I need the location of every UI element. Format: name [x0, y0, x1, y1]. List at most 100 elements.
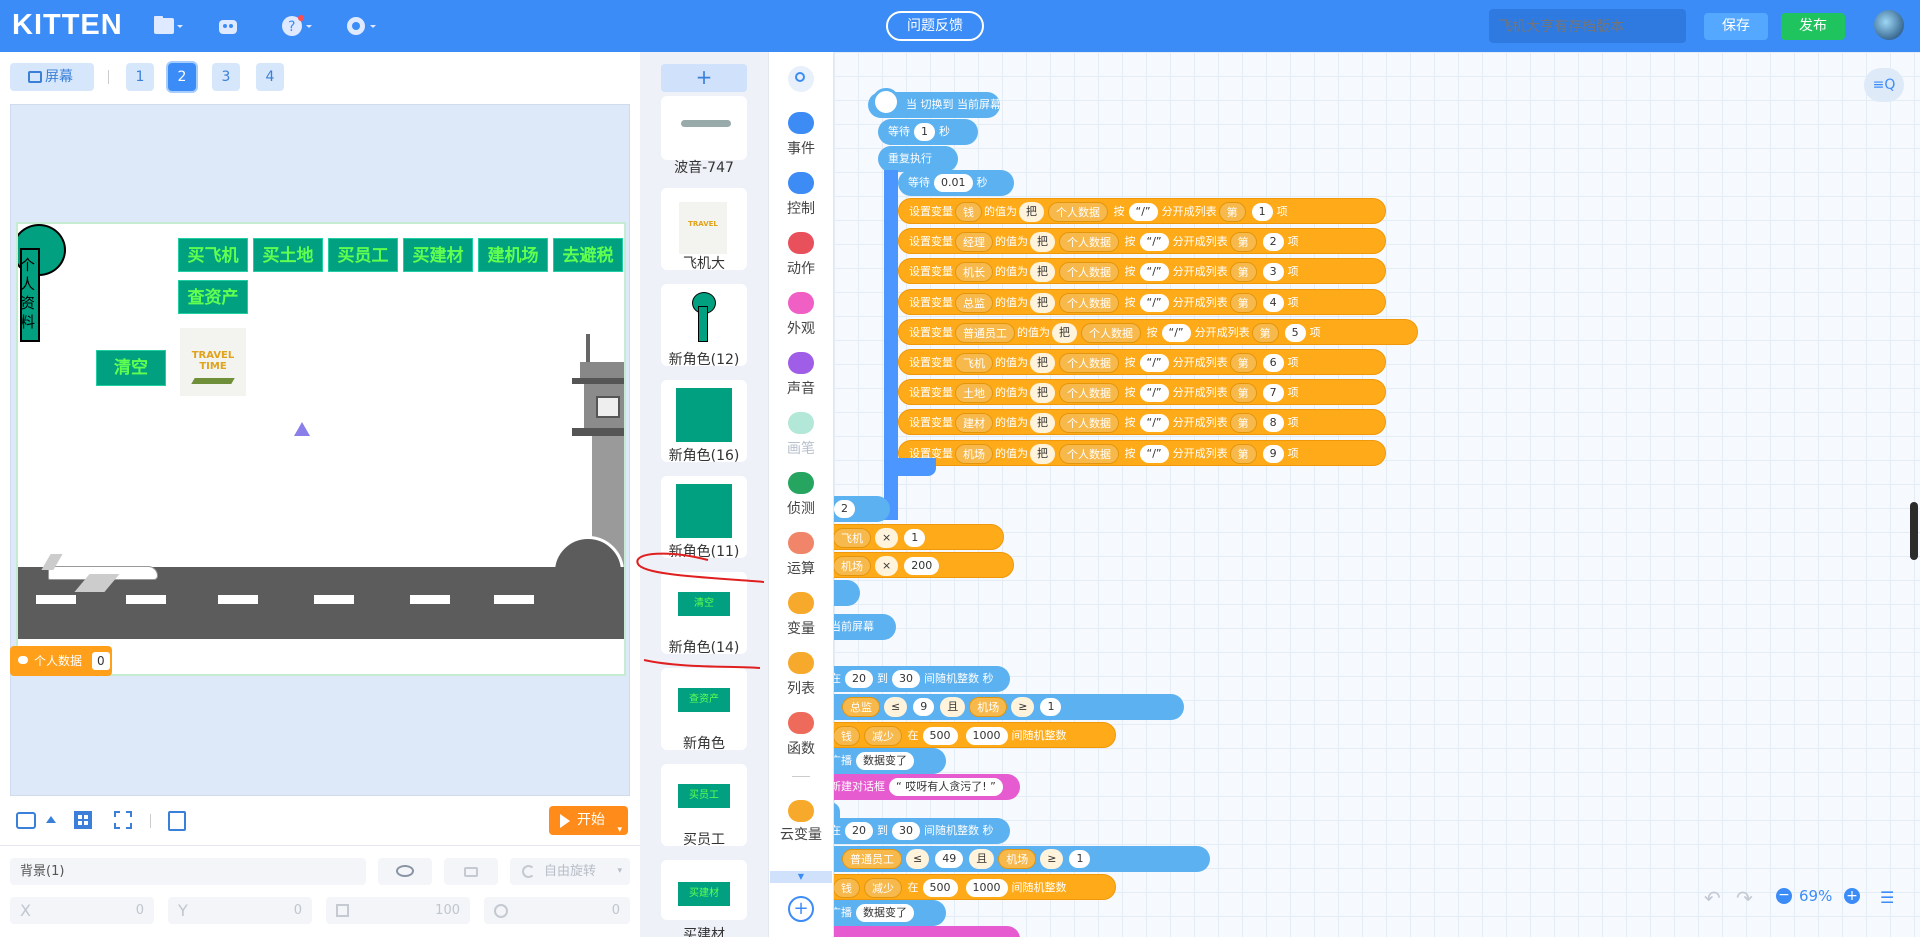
partial-block[interactable]: 2 — [834, 496, 890, 522]
rotation-mode-select[interactable]: 自由旋转 ▾ — [510, 858, 630, 885]
data-variable-dropdown[interactable]: 个人数据 — [1059, 443, 1119, 464]
boeing-747-sprite[interactable] — [38, 554, 158, 594]
data-variable-dropdown[interactable]: 个人数据 — [1059, 292, 1119, 313]
wait-block[interactable]: 等待 1 秒 — [878, 119, 978, 145]
looks-icon[interactable] — [788, 292, 814, 314]
redo-icon[interactable]: ↷ — [1736, 886, 1753, 910]
partial-multiply-block-2[interactable]: 机场 × 200 — [834, 552, 1014, 578]
stage-canvas[interactable]: 个人资料 买飞机 买土地 买员工 买建材 建机场 去避税 查资产 清空 TRAV… — [16, 222, 626, 676]
category-variables[interactable]: 变量 — [768, 618, 834, 638]
functions-icon[interactable] — [788, 712, 814, 734]
index-dropdown[interactable]: 第 — [1218, 202, 1246, 222]
category-sensing[interactable]: 侦测 — [768, 498, 834, 518]
publish-button[interactable]: 发布 — [1781, 13, 1845, 40]
variable-dropdown[interactable]: 机场 — [955, 443, 993, 464]
help-icon[interactable]: ? — [280, 14, 312, 38]
separator-input[interactable]: “/” — [1139, 444, 1169, 463]
sensing-icon[interactable] — [788, 472, 814, 494]
add-extension-button[interactable]: + — [788, 896, 814, 922]
data-variable-dropdown[interactable]: 个人数据 — [1059, 262, 1119, 283]
direction-field[interactable]: 0 — [484, 897, 630, 924]
variable-dropdown[interactable]: 普通员工 — [955, 322, 1015, 343]
align-blocks-icon[interactable]: ☰ — [1880, 888, 1894, 907]
variable-dropdown[interactable]: 总监 — [955, 292, 993, 313]
set-variable-block[interactable]: 设置变量 土地 的值为把个人数据 按 “/” 分开成列表第 7 项 — [898, 379, 1386, 406]
wait-random-block[interactable]: 在 20 到 30 间随机整数 秒 — [834, 666, 1010, 692]
set-variable-block[interactable]: 设置变量 建材 的值为把个人数据 按 “/” 分开成列表第 8 项 — [898, 409, 1386, 436]
sound-icon[interactable] — [788, 352, 814, 374]
broadcast-block[interactable]: 广播 数据变了 — [834, 748, 946, 774]
index-input[interactable]: 7 — [1262, 384, 1284, 403]
search-icon[interactable] — [788, 66, 814, 92]
partial-hat-2[interactable]: 当前屏幕 — [834, 614, 896, 640]
sprite-thumb-materials[interactable]: 买建材 — [661, 860, 747, 920]
variable-dropdown[interactable]: 建材 — [955, 413, 993, 434]
separator-input[interactable]: “/” — [1139, 384, 1169, 403]
wait-block-2[interactable]: 等待 0.01 秒 — [898, 170, 1014, 196]
set-variable-block[interactable]: 设置变量 飞机 的值为把个人数据 按 “/” 分开成列表第 6 项 — [898, 349, 1386, 375]
control-icon[interactable] — [788, 172, 814, 194]
variable-dropdown[interactable]: 机长 — [955, 262, 993, 283]
buy-staff-button[interactable]: 买员工 — [328, 238, 398, 272]
avatar[interactable] — [1874, 10, 1904, 40]
variable-dropdown[interactable]: 钱 — [955, 202, 982, 222]
when-screen-switch-hat[interactable]: 当 切换到 当前屏幕 — [868, 88, 1001, 118]
index-input[interactable]: 9 — [1262, 444, 1284, 463]
block-search-icon[interactable]: ≡Q — [1864, 68, 1904, 102]
triangle-up-icon[interactable] — [46, 816, 56, 823]
data-variable-dropdown[interactable]: 个人数据 — [1048, 202, 1108, 222]
index-input[interactable]: 1 — [1251, 203, 1273, 221]
category-pen[interactable]: 画笔 — [768, 438, 834, 458]
project-title-input[interactable] — [1489, 9, 1686, 43]
y-position-field[interactable]: Y 0 — [168, 897, 312, 924]
sprite-name-field[interactable]: 背景(1) — [10, 858, 366, 885]
screen-tab-1[interactable]: 1 — [126, 63, 154, 91]
index-dropdown[interactable]: 第 — [1229, 292, 1257, 313]
lock-toggle[interactable] — [444, 858, 498, 885]
save-button[interactable]: 保存 — [1704, 13, 1768, 40]
category-motion[interactable]: 动作 — [768, 258, 834, 278]
index-dropdown[interactable]: 第 — [1229, 413, 1257, 434]
category-cloud-variables[interactable]: 云变量 — [768, 824, 834, 844]
scroll-down-button[interactable]: ▼ — [770, 871, 832, 883]
category-looks[interactable]: 外观 — [768, 318, 834, 338]
set-variable-block[interactable]: 设置变量 机场 的值为把个人数据 按 “/” 分开成列表第 9 项 — [898, 439, 1386, 466]
category-events[interactable]: 事件 — [768, 138, 834, 158]
build-airport-button[interactable]: 建机场 — [478, 238, 548, 272]
broadcast-block-2[interactable]: 广播 数据变了 — [834, 900, 946, 926]
robot-icon[interactable] — [216, 14, 246, 38]
index-dropdown[interactable]: 第 — [1229, 353, 1257, 373]
zoom-in-button[interactable]: + — [1844, 888, 1860, 904]
partial-dialog-block[interactable] — [834, 926, 1020, 937]
add-sprite-button[interactable]: + — [661, 64, 747, 92]
screen-toggle-button[interactable]: 屏幕 — [10, 63, 94, 91]
separator-input[interactable]: “/” — [1139, 263, 1169, 282]
category-control[interactable]: 控制 — [768, 198, 834, 218]
grid-icon[interactable] — [74, 811, 92, 829]
variables-icon[interactable] — [788, 592, 814, 614]
category-sound[interactable]: 声音 — [768, 378, 834, 398]
repeat-forever-block[interactable]: 重复执行 — [878, 146, 958, 172]
motion-icon[interactable] — [788, 232, 814, 254]
check-assets-button[interactable]: 查资产 — [178, 280, 248, 314]
new-dialog-block[interactable]: 新建对话框 “ 哎呀有人贪污了! ” — [834, 774, 1020, 800]
separator-input[interactable]: “/” — [1139, 354, 1169, 372]
feedback-button[interactable]: 问题反馈 — [886, 11, 984, 41]
separator-input[interactable]: “/” — [1161, 323, 1191, 342]
index-dropdown[interactable]: 第 — [1229, 262, 1257, 283]
clear-button[interactable]: 清空 — [96, 350, 166, 386]
set-variable-block[interactable]: 设置变量 经理 的值为把个人数据 按 “/” 分开成列表第 2 项 — [898, 228, 1386, 255]
index-input[interactable]: 6 — [1262, 354, 1284, 372]
buy-plane-button[interactable]: 买飞机 — [178, 238, 248, 272]
buy-land-button[interactable]: 买土地 — [253, 238, 323, 272]
if-condition-block-2[interactable]: 普通员工 ≤49 且机场 ≥1 — [834, 846, 1210, 872]
gear-icon[interactable] — [344, 14, 376, 38]
change-money-block-2[interactable]: 钱减少 在 500 1000 间随机整数 — [834, 874, 1116, 900]
set-variable-block[interactable]: 设置变量钱的值为把个人数据 按 “/” 分开成列表第 1 项 — [898, 198, 1386, 224]
variable-dropdown[interactable]: 土地 — [955, 383, 993, 404]
data-variable-dropdown[interactable]: 个人数据 — [1059, 383, 1119, 404]
lists-icon[interactable] — [788, 652, 814, 674]
category-lists[interactable]: 列表 — [768, 678, 834, 698]
data-variable-dropdown[interactable]: 个人数据 — [1059, 232, 1119, 253]
category-operators[interactable]: 运算 — [768, 558, 834, 578]
